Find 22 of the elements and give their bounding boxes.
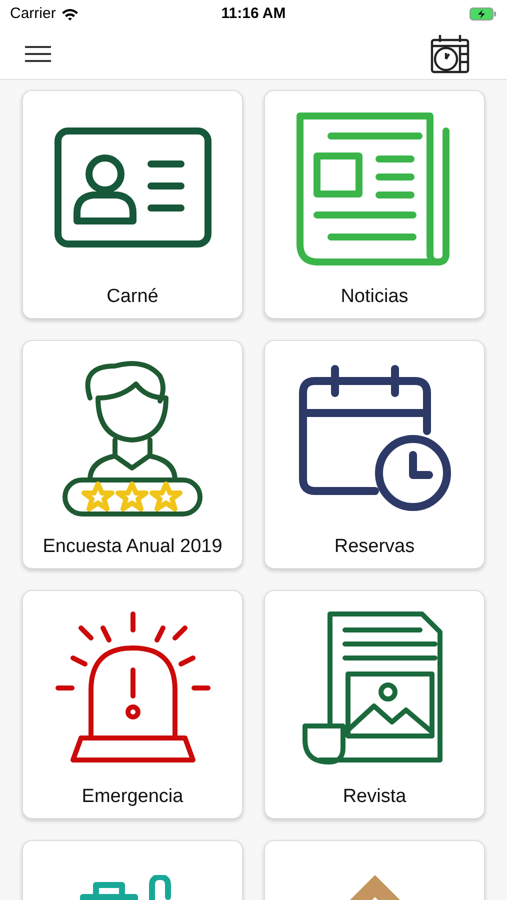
battery-icon <box>469 7 497 21</box>
menu-tile[interactable]: Emergencia <box>22 590 243 819</box>
tile-label: Emergencia <box>82 785 184 809</box>
wifi-icon <box>60 8 79 20</box>
status-time: 11:16 AM <box>221 4 286 24</box>
menu-tile[interactable]: Carné <box>22 90 243 319</box>
menu-tile[interactable]: Reservas <box>264 340 485 569</box>
tile-label: Reservas <box>334 535 415 559</box>
tile-label: Noticias <box>340 285 408 309</box>
id-card-icon <box>52 126 212 250</box>
menu-tile[interactable]: Revista <box>264 590 485 819</box>
tile-label: Carné <box>106 285 158 309</box>
person-rating-icon <box>60 358 205 518</box>
menu-icon <box>24 44 52 62</box>
calendar-clock-button[interactable] <box>429 32 471 74</box>
tile-label: Encuesta Anual 2019 <box>42 535 222 559</box>
menu-tile[interactable]: Encuesta Anual 2019 <box>22 340 243 569</box>
menu-tile[interactable]: Noticias <box>264 90 485 319</box>
menu-button[interactable] <box>24 44 54 64</box>
carrier-label: Carrier <box>10 4 56 24</box>
tile-label: Revista <box>342 785 406 809</box>
calendar-clock-icon <box>430 34 470 74</box>
